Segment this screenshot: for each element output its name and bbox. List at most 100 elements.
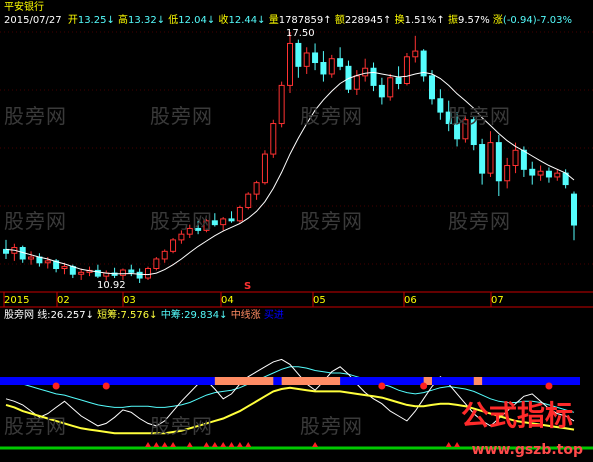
down-arrow-icon: ↓ (156, 15, 166, 26)
brand-url: www.gszb.top (471, 442, 583, 458)
up-arrow-icon: ↑ (436, 15, 445, 26)
watermark: 股旁网 (4, 414, 67, 438)
volume-label: 量 (268, 15, 279, 26)
down-arrow-icon: ↓ (206, 15, 216, 26)
change-label: 涨 (492, 15, 503, 26)
candle-body (44, 260, 51, 264)
candle-body (136, 271, 143, 279)
grid-lines (0, 31, 593, 308)
indicator-red-dot (378, 382, 386, 390)
indicator-red-marker (153, 442, 160, 447)
low-value: 12.04 (178, 15, 207, 26)
indicator-red-marker (454, 442, 461, 447)
watermark: 股旁网 (150, 209, 213, 233)
buy-tag: 买进 (263, 310, 284, 321)
candle-body (245, 193, 252, 208)
candle-body (487, 142, 494, 174)
candle-body (495, 142, 502, 182)
watermark: 股旁网 (448, 104, 511, 128)
down-arrow-icon: ↓ (219, 310, 228, 321)
month-label: 02 (57, 295, 70, 306)
candle-body (378, 84, 385, 98)
candle-body (520, 149, 527, 170)
candle-body (69, 266, 76, 275)
candle-body (370, 67, 377, 86)
candlestick-series (3, 32, 577, 283)
candle-body (479, 144, 486, 174)
candle-body (295, 42, 302, 67)
open-label: 开 (67, 15, 78, 26)
candle-body (362, 67, 369, 77)
mid-chip-value: 29.834 (184, 310, 220, 321)
indicator-red-marker (186, 442, 193, 447)
amplitude-label: 振 (447, 15, 458, 26)
candle-body (437, 98, 444, 113)
month-label: 03 (123, 295, 136, 306)
short-chip-value: 7.576 (120, 310, 150, 321)
stock-name[interactable]: 平安银行 (4, 2, 44, 14)
candle-body (119, 269, 126, 276)
open-value: 13.25 (77, 15, 107, 26)
candle-body (529, 168, 536, 176)
indicator-red-marker (211, 442, 218, 447)
info-bar: 2015/07/27 开13.25↓ 高13.32↓ 低12.04↓ 收12.4… (4, 15, 572, 27)
sell-signal-marker: S (244, 281, 252, 292)
candle-body (228, 218, 235, 222)
candle-body (28, 256, 35, 260)
candle-body (236, 206, 243, 222)
brand-logo: 公式指标 (460, 399, 573, 432)
watermark: 股旁网 (150, 104, 213, 128)
up-arrow-icon: ↑ (323, 15, 332, 26)
candle-body (303, 52, 310, 67)
down-arrow-icon: ↓ (257, 15, 266, 26)
indicator-red-marker (170, 442, 177, 447)
candle-body (337, 58, 344, 67)
line-label: 线: (37, 310, 51, 321)
volume-value: 1787859 (278, 15, 324, 26)
high-price-marker: 17.50 (286, 28, 315, 39)
month-label: 06 (404, 295, 417, 306)
indicator-header: 股旁网 线:26.257↓ 短筹:7.576↓ 中筹:29.834↓ 中线涨 买… (4, 310, 284, 322)
indicator-title[interactable]: 股旁网 (4, 310, 34, 321)
indicator-salmon-segment (473, 377, 483, 385)
indicator-red-dot (52, 382, 60, 390)
date-value: 2015/07/27 (4, 15, 62, 26)
indicator-salmon-segment (281, 377, 341, 385)
indicator-red-marker (312, 442, 319, 447)
candle-body (545, 170, 552, 178)
mid-chip-label: 中筹: (160, 310, 185, 321)
candle-body (504, 165, 511, 182)
watermark: 股旁网 (300, 104, 363, 128)
candle-body (387, 77, 394, 98)
watermark: 股旁网 (4, 209, 67, 233)
amount-value: 228945 (344, 15, 384, 26)
candle-body (178, 233, 185, 241)
candle-body (211, 220, 218, 226)
candle-body (61, 266, 68, 270)
watermark: 股旁网 (4, 104, 67, 128)
candle-body (278, 84, 285, 125)
indicator-red-marker (445, 442, 452, 447)
candle-body (220, 218, 227, 226)
candle-body (328, 58, 335, 75)
indicator-red-marker (220, 442, 227, 447)
candle-body (429, 75, 435, 100)
candle-body (512, 149, 519, 167)
candle-body (571, 193, 577, 226)
candle-body (554, 172, 561, 178)
candle-body (403, 56, 410, 84)
down-arrow-icon: ↓ (85, 310, 94, 321)
candle-body (128, 269, 135, 273)
line-value: 26.257 (50, 310, 86, 321)
indicator-red-marker (245, 442, 252, 447)
indicator-salmon-segment (214, 377, 274, 385)
watermark: 股旁网 (300, 414, 363, 438)
low-label: 低 (168, 15, 179, 26)
down-arrow-icon: ↓ (106, 15, 115, 26)
midline-rise-label: 中线涨 (230, 310, 261, 321)
month-label: 05 (313, 295, 326, 306)
candle-body (320, 62, 327, 75)
close-value: 12.44 (228, 15, 258, 26)
indicator-red-dot (420, 382, 428, 390)
candle-body (170, 239, 177, 252)
